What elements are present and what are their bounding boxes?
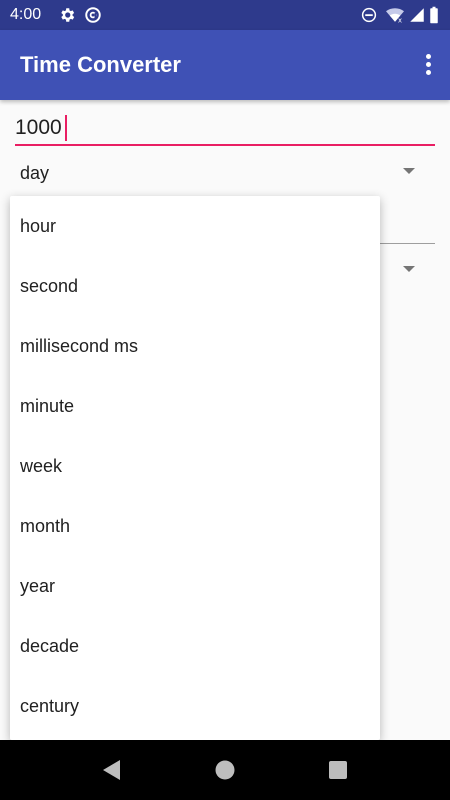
page-title: Time Converter — [20, 52, 181, 77]
dropdown-arrow-icon — [403, 168, 415, 174]
dropdown-option-label: second — [20, 276, 79, 296]
do-not-disturb-icon — [361, 7, 377, 23]
app-bar: Time Converter — [0, 30, 450, 100]
svg-text:x: x — [398, 17, 402, 25]
dropdown-option-month[interactable]: month — [10, 496, 380, 556]
dropdown-option-decade[interactable]: decade — [10, 616, 380, 676]
dropdown-arrow-icon — [403, 266, 415, 272]
battery-icon — [430, 6, 438, 24]
status-bar: 4:00 x — [0, 0, 450, 30]
dropdown-option-label: year — [20, 576, 56, 596]
status-time: 4:00 — [10, 6, 42, 23]
dropdown-option-minute[interactable]: minute — [10, 376, 380, 436]
from-unit-spinner[interactable]: day — [10, 152, 435, 192]
dropdown-option-label: century — [20, 696, 80, 716]
dropdown-option-label: millisecond ms — [20, 336, 139, 356]
wifi-icon: x — [386, 8, 404, 25]
dropdown-option-label: month — [20, 516, 71, 536]
dropdown-option-week[interactable]: week — [10, 436, 380, 496]
dropdown-option-second[interactable]: second — [10, 256, 380, 316]
dropdown-option-label: week — [20, 456, 63, 476]
settings-gear-icon — [61, 8, 75, 22]
result-field-underline — [380, 243, 435, 244]
unit-dropdown-list: hour second millisecond ms minute week m… — [10, 196, 380, 740]
more-vert-icon-dot — [426, 70, 431, 75]
from-unit-value: day — [20, 163, 50, 183]
more-vert-icon-dot — [426, 62, 431, 67]
screen: 4:00 x Time Converter 1000 day hour seco… — [0, 0, 450, 800]
dropdown-option-millisecond[interactable]: millisecond ms — [10, 316, 380, 376]
dropdown-option-hour[interactable]: hour — [10, 196, 380, 256]
recents-square-icon[interactable] — [326, 758, 350, 782]
amount-input[interactable] — [15, 112, 435, 146]
dropdown-option-year[interactable]: year — [10, 556, 380, 616]
dropdown-option-century[interactable]: century — [10, 676, 380, 736]
navigation-bar — [0, 740, 450, 800]
dropdown-option-label: decade — [20, 636, 80, 656]
more-options-button[interactable] — [416, 50, 440, 80]
home-circle-icon[interactable] — [213, 758, 237, 782]
signal-icon — [410, 8, 424, 22]
dropdown-option-label: minute — [20, 396, 75, 416]
more-vert-icon — [426, 54, 431, 59]
text-cursor — [65, 115, 67, 141]
dropdown-option-label: hour — [20, 216, 57, 236]
back-triangle-icon[interactable] — [100, 758, 124, 782]
at-sign-icon — [85, 7, 101, 23]
